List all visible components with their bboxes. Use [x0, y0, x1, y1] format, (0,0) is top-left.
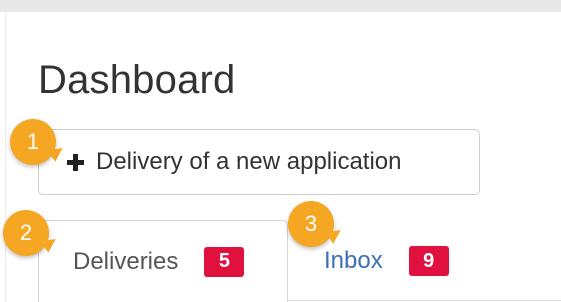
new-application-label: Delivery of a new application [96, 148, 402, 175]
tab-deliveries-label: Deliveries [73, 247, 179, 275]
left-border [5, 12, 6, 302]
tab-deliveries[interactable]: Deliveries 5 [38, 220, 288, 302]
top-bar [0, 0, 561, 12]
new-application-button[interactable]: Delivery of a new application [38, 129, 480, 195]
dashboard-frame: Dashboard Delivery of a new application … [0, 0, 561, 302]
plus-icon [67, 153, 84, 171]
tab-inbox-label: Inbox [324, 247, 383, 274]
page-title: Dashboard [38, 58, 236, 102]
callout-marker-1: 1 [10, 119, 67, 165]
callout-number: 1 [26, 129, 40, 154]
callout-number: 2 [19, 220, 33, 245]
callout-marker-2: 2 [3, 210, 60, 256]
inbox-count-badge: 9 [408, 246, 449, 276]
deliveries-count-badge: 5 [204, 246, 245, 277]
callout-number: 3 [304, 211, 318, 236]
callout-marker-3: 3 [288, 201, 345, 247]
